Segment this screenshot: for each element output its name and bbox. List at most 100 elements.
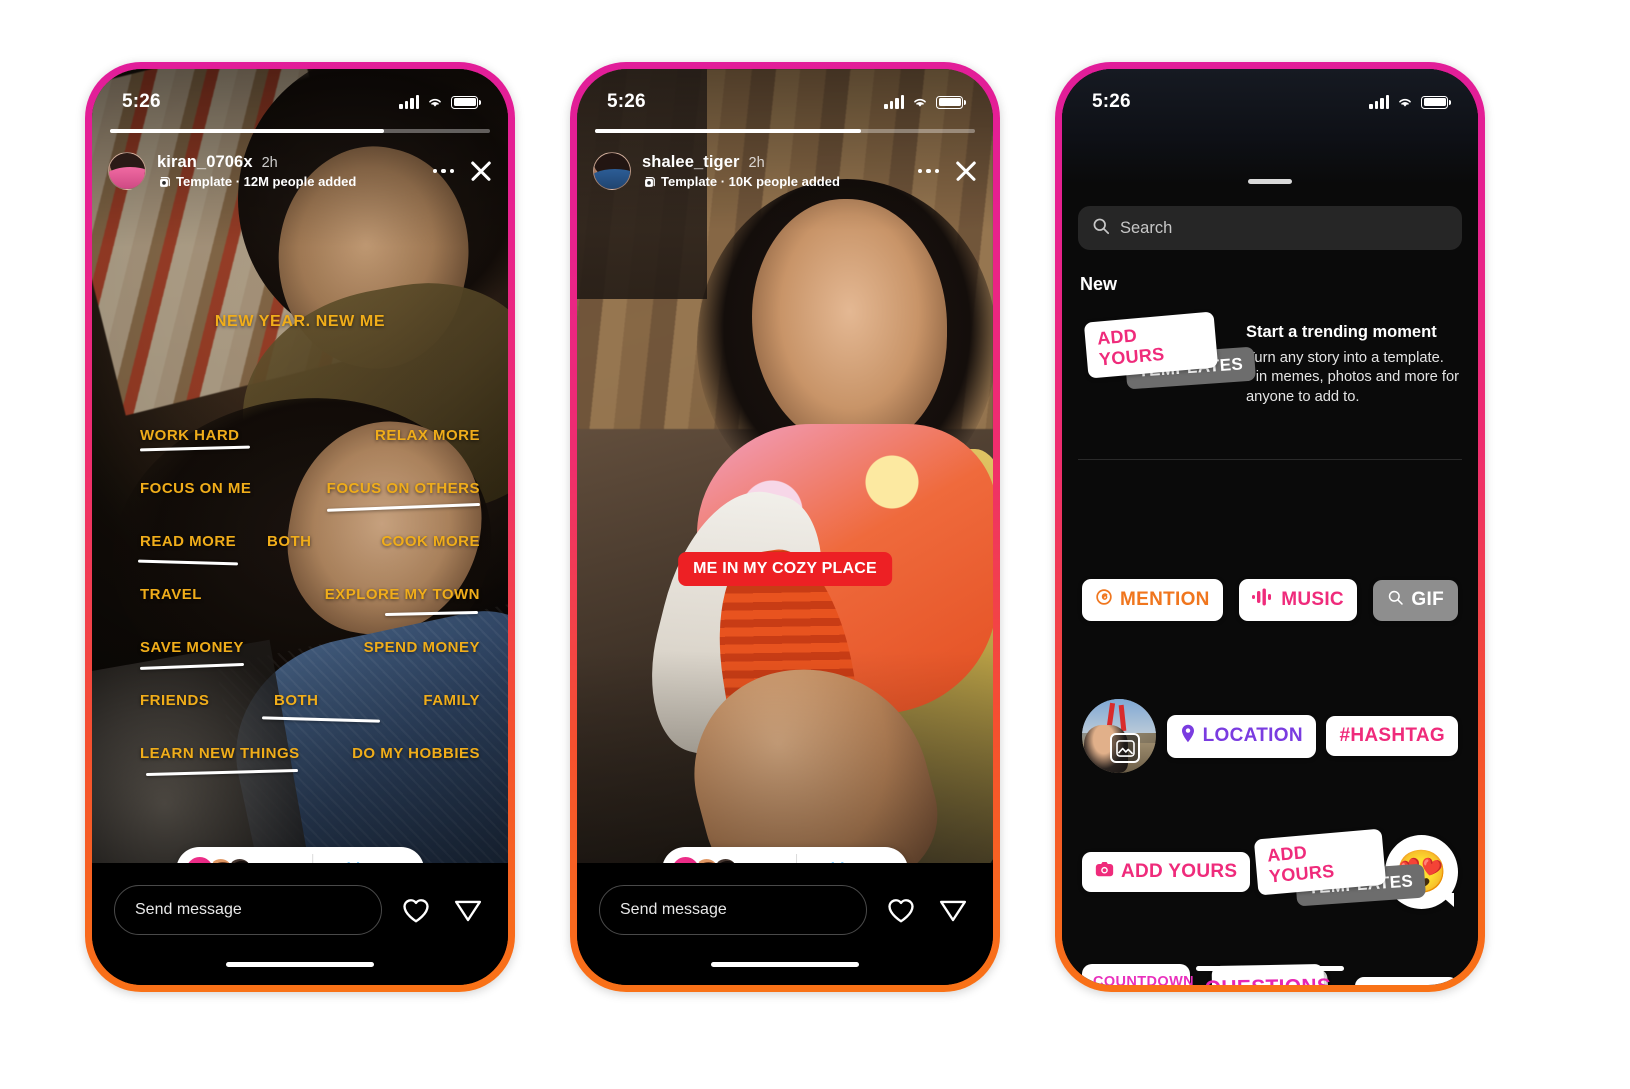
option-right[interactable]: FOCUS ON OTHERS (326, 480, 480, 512)
option-left[interactable]: WORK HARD (140, 427, 240, 444)
phone-2-story-template: ME IN MY COZY PLACE +10K Add yours (570, 62, 1000, 992)
option-right[interactable]: RELAX MORE (375, 427, 480, 444)
cellular-signal-icon (1369, 95, 1389, 109)
camera-icon (1095, 861, 1114, 883)
add-yours-templates-stack: ADD YOURS TEMPLATES (1080, 311, 1257, 395)
status-bar: 5:26 (577, 69, 993, 121)
wifi-icon (426, 95, 444, 109)
option-right[interactable]: COOK MORE (381, 533, 480, 550)
gif-sticker-button[interactable]: GIF (1373, 579, 1458, 621)
wifi-icon (1396, 95, 1414, 109)
phone-2-screen: ME IN MY COZY PLACE +10K Add yours (577, 69, 993, 985)
share-paper-plane-icon[interactable] (450, 885, 486, 935)
clock: 5:26 (1092, 91, 1131, 112)
music-label: MUSIC (1281, 589, 1344, 610)
username[interactable]: shalee_tiger (642, 153, 740, 172)
music-sticker-button[interactable]: MUSIC (1239, 579, 1357, 621)
template-icon (642, 175, 656, 189)
story-header: shalee_tiger 2h Template · 10K people ad… (593, 145, 979, 197)
add-yours-sticker-button[interactable]: ADD YOURS (1082, 852, 1251, 892)
sticker-row-3: ADD YOURS ADD YOURS TEMPLATES 😍 (1062, 828, 1478, 915)
photo-icon (1110, 733, 1140, 763)
story-viewer: ME IN MY COZY PLACE +10K Add yours (577, 69, 993, 985)
threads-at-icon (1095, 588, 1113, 612)
option-left[interactable]: FRIENDS (140, 692, 209, 709)
option-left[interactable]: LEARN NEW THINGS (140, 745, 300, 776)
search-icon (1092, 217, 1110, 240)
option-row: FRIENDS BOTH FAMILY (92, 692, 508, 745)
drag-handle[interactable] (1248, 179, 1292, 184)
status-bar: 5:26 (92, 69, 508, 121)
story-progress-bar[interactable] (110, 129, 490, 133)
promo-text: Start a trending moment Turn any story i… (1246, 315, 1460, 407)
promo-card[interactable]: ADD YOURS TEMPLATES Start a trending mom… (1062, 311, 1478, 445)
hashtag-sticker-button[interactable]: #HASHTAG (1326, 716, 1458, 756)
heart-icon[interactable] (398, 885, 434, 935)
sticker-row-4: COUNTDOWN QUESTIONS POLL (1062, 957, 1478, 985)
battery-icon (1421, 95, 1451, 109)
status-bar: 5:26 (1062, 69, 1478, 121)
option-left[interactable]: FOCUS ON ME (140, 480, 251, 497)
clock: 5:26 (607, 91, 646, 112)
option-left[interactable]: TRAVEL (140, 586, 202, 603)
mention-sticker-button[interactable]: MENTION (1082, 579, 1223, 621)
home-indicator (1196, 966, 1344, 971)
option-row: LEARN NEW THINGS DO MY HOBBIES (92, 745, 508, 798)
search-input[interactable]: Search (1078, 206, 1462, 250)
music-waveform-icon (1252, 588, 1274, 612)
option-row: FOCUS ON ME FOCUS ON OTHERS (92, 480, 508, 533)
share-paper-plane-icon[interactable] (935, 885, 971, 935)
clock: 5:26 (122, 91, 161, 112)
story-progress-bar[interactable] (595, 129, 975, 133)
location-pin-icon (1180, 724, 1196, 749)
cellular-signal-icon (399, 95, 419, 109)
close-icon[interactable] (468, 158, 494, 184)
location-sticker-button[interactable]: LOCATION (1166, 714, 1316, 758)
template-title: NEW YEAR. NEW ME (214, 313, 386, 330)
search-icon (1387, 589, 1404, 612)
option-left[interactable]: SAVE MONEY (139, 639, 244, 670)
more-options-icon[interactable] (917, 163, 939, 180)
sticker-row-2: LOCATION #HASHTAG (1062, 695, 1478, 777)
option-row: READ MORE BOTH COOK MORE (92, 533, 508, 586)
template-options: WORK HARD RELAX MORE FOCUS ON ME FOCUS ON … (92, 427, 508, 798)
battery-icon (451, 95, 481, 109)
screenshot-canvas: NEW YEAR. NEW ME WORK HARD RELAX MORE FOC… (0, 0, 1630, 1089)
story-caption[interactable]: ME IN MY COZY PLACE (678, 552, 892, 586)
option-left[interactable]: READ MORE (137, 533, 239, 566)
avatar[interactable] (593, 152, 631, 190)
home-indicator (711, 962, 859, 967)
option-row: SAVE MONEY SPEND MONEY (92, 639, 508, 692)
avatar[interactable] (108, 152, 146, 190)
story-header: kiran_0706x 2h Template · 12M people add… (108, 145, 494, 197)
countdown-sticker-button[interactable]: COUNTDOWN (1082, 963, 1194, 985)
option-right[interactable]: DO MY HOBBIES (352, 745, 480, 762)
section-title-new: New (1080, 274, 1118, 294)
wifi-icon (911, 95, 929, 109)
option-center[interactable]: BOTH (267, 533, 312, 550)
heart-icon[interactable] (883, 885, 919, 935)
cellular-signal-icon (884, 95, 904, 109)
gif-label: GIF (1411, 589, 1444, 610)
promo-title: Start a trending moment (1246, 323, 1437, 341)
send-message-input[interactable]: Send message (114, 885, 382, 935)
phone-1-story-template: NEW YEAR. NEW ME WORK HARD RELAX MORE FOC… (85, 62, 515, 992)
send-message-input[interactable]: Send message (599, 885, 867, 935)
option-right[interactable]: FAMILY (423, 692, 480, 709)
home-indicator (226, 962, 374, 967)
phone-3-sticker-tray: Search New ADD YOURS TEMPLATES Start a t… (1055, 62, 1485, 992)
template-meta: Template · 12M people added (176, 174, 357, 189)
promo-sticker-art: ADD YOURS TEMPLATES (1080, 311, 1257, 425)
phone-3-screen: Search New ADD YOURS TEMPLATES Start a t… (1062, 69, 1478, 985)
divider (1078, 459, 1462, 460)
username[interactable]: kiran_0706x (157, 153, 253, 172)
option-center[interactable]: BOTH (261, 692, 381, 723)
option-right[interactable]: SPEND MONEY (364, 639, 480, 656)
option-right[interactable]: EXPLORE MY TOWN (325, 586, 480, 616)
promo-body: Turn any story into a template. Pin meme… (1246, 350, 1460, 405)
poll-sticker-button[interactable]: POLL (1355, 977, 1458, 985)
photo-sticker-button[interactable] (1082, 699, 1156, 773)
add-yours-templates-sticker-button[interactable]: ADD YOURS TEMPLATES (1250, 828, 1427, 912)
more-options-icon[interactable] (432, 163, 454, 180)
close-icon[interactable] (953, 158, 979, 184)
